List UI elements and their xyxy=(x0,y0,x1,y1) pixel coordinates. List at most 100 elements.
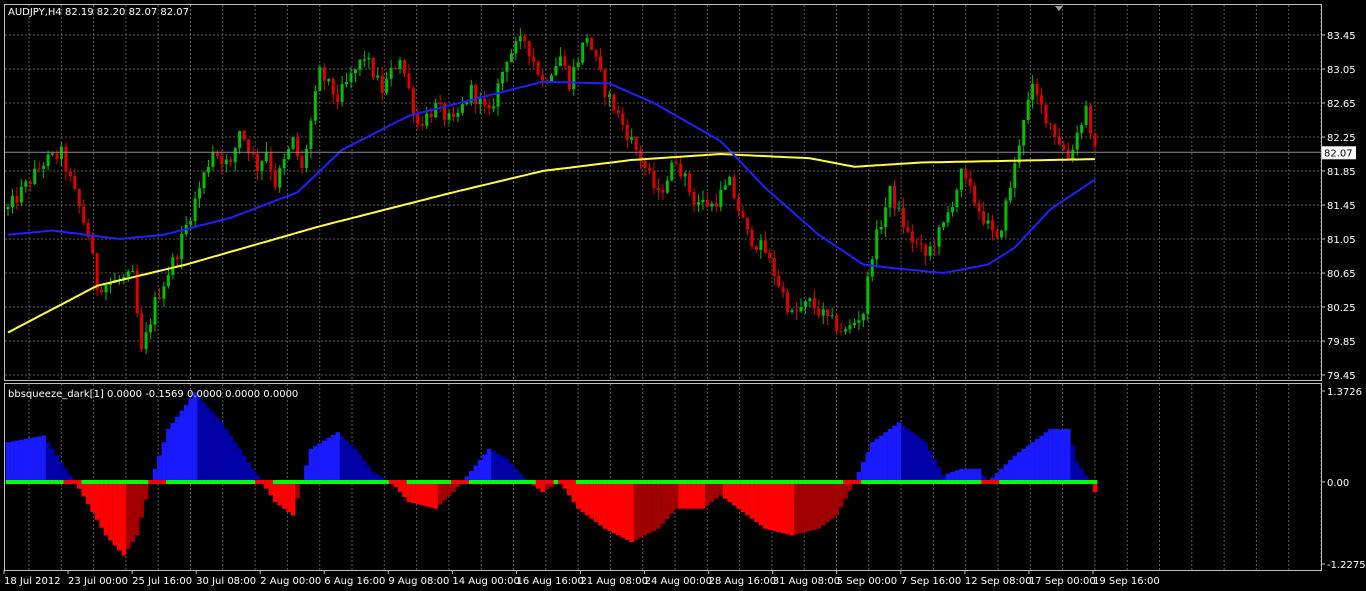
histogram-bar xyxy=(437,482,443,505)
histogram-bar xyxy=(575,482,581,509)
candle-body xyxy=(478,98,482,105)
histogram-bar xyxy=(825,482,831,523)
histogram-bar xyxy=(593,482,599,523)
candle-body xyxy=(884,207,888,228)
candle-body xyxy=(630,137,634,140)
squeeze-dot xyxy=(411,480,416,484)
histogram-bar xyxy=(317,443,323,482)
symbol-info-label: AUDJPY,H4 82.19 82.20 82.07 82.07 xyxy=(8,7,189,18)
squeeze-dot xyxy=(174,480,180,484)
histogram-bar xyxy=(656,482,661,529)
histogram-bar xyxy=(767,482,773,530)
squeeze-dot xyxy=(522,480,528,484)
squeeze-dot xyxy=(1012,480,1018,484)
candle-body xyxy=(968,178,972,186)
histogram-bar xyxy=(660,482,666,524)
candle-body xyxy=(665,180,669,193)
squeeze-dot xyxy=(90,480,95,484)
histogram-bar xyxy=(883,432,888,482)
histogram-bar xyxy=(673,482,679,509)
candle-body xyxy=(634,137,638,151)
histogram-bar xyxy=(500,456,505,482)
squeeze-dot xyxy=(954,480,960,484)
price-tick-label: 83.05 xyxy=(1327,65,1356,76)
candle-body xyxy=(697,202,701,206)
squeeze-dot xyxy=(108,480,113,484)
squeeze-dot xyxy=(834,480,839,484)
histogram-bar xyxy=(665,482,670,519)
histogram-bar xyxy=(1003,464,1009,482)
squeeze-dot xyxy=(402,480,407,484)
candle-body xyxy=(781,286,785,293)
histogram-bar xyxy=(139,482,144,518)
histogram-bar xyxy=(843,482,848,499)
squeeze-dot xyxy=(780,480,786,484)
histogram-bar xyxy=(206,407,211,482)
histogram-bar xyxy=(927,450,933,482)
histogram-bar xyxy=(647,482,652,534)
squeeze-dot xyxy=(981,480,986,484)
squeeze-dot xyxy=(76,480,82,484)
histogram-bar xyxy=(170,422,176,482)
histogram-bar xyxy=(687,482,692,509)
squeeze-dot xyxy=(509,480,514,484)
candle-body xyxy=(532,56,536,62)
squeeze-dot xyxy=(727,480,732,484)
candle-body xyxy=(768,252,772,259)
candle-body xyxy=(656,188,660,191)
histogram-bar xyxy=(108,482,113,541)
squeeze-dot xyxy=(883,480,888,484)
candle-body xyxy=(772,258,776,276)
histogram-bar xyxy=(241,455,247,482)
time-tick-label: 6 Aug 16:00 xyxy=(324,576,385,587)
histogram-bar xyxy=(789,482,795,536)
candle-body xyxy=(162,286,166,299)
candle-body xyxy=(701,199,705,203)
candle-body xyxy=(269,151,273,171)
candle-body xyxy=(282,159,286,169)
squeeze-dot xyxy=(1030,480,1035,484)
price-tick-label: 80.65 xyxy=(1327,269,1356,280)
squeeze-dot xyxy=(513,480,519,484)
squeeze-dot xyxy=(950,480,955,484)
squeeze-dot xyxy=(651,480,657,484)
histogram-bar xyxy=(611,482,617,534)
squeeze-dot xyxy=(1083,480,1089,484)
squeeze-dot xyxy=(264,480,269,484)
candle-body xyxy=(180,234,184,260)
histogram-bar xyxy=(633,482,639,540)
squeeze-dot xyxy=(869,480,875,484)
candle-body xyxy=(550,75,553,82)
histogram-bar xyxy=(1061,428,1067,482)
histogram-bar xyxy=(691,482,697,509)
price-tick-label: 81.05 xyxy=(1327,235,1356,246)
histogram-bar xyxy=(807,482,813,531)
squeeze-dot xyxy=(433,480,438,484)
candle-body xyxy=(131,271,135,273)
squeeze-dot xyxy=(228,480,234,484)
candle-body xyxy=(919,243,923,245)
histogram-bar xyxy=(754,482,759,523)
candle-body xyxy=(861,313,865,321)
squeeze-dot xyxy=(330,480,336,484)
candle-body xyxy=(594,49,598,57)
squeeze-dot xyxy=(143,480,149,484)
candle-body xyxy=(166,275,170,287)
candle-body xyxy=(362,59,366,61)
histogram-bar xyxy=(344,440,349,482)
squeeze-dot xyxy=(682,480,688,484)
indicator-tick-label: 1.3726 xyxy=(1327,387,1362,398)
candle-body xyxy=(198,188,202,199)
candle-body xyxy=(296,137,300,157)
squeeze-dot xyxy=(85,480,91,484)
squeeze-dot xyxy=(638,480,643,484)
candle-body xyxy=(46,154,50,166)
time-tick-label: 17 Sep 00:00 xyxy=(1029,576,1096,587)
histogram-bar xyxy=(228,435,234,482)
candle-body xyxy=(558,56,562,66)
current-price-tag: 82.07 xyxy=(1322,146,1356,160)
candle-body xyxy=(126,271,130,277)
histogram-bar xyxy=(85,482,91,505)
histogram-bar xyxy=(424,482,430,507)
histogram-bar xyxy=(718,482,724,496)
